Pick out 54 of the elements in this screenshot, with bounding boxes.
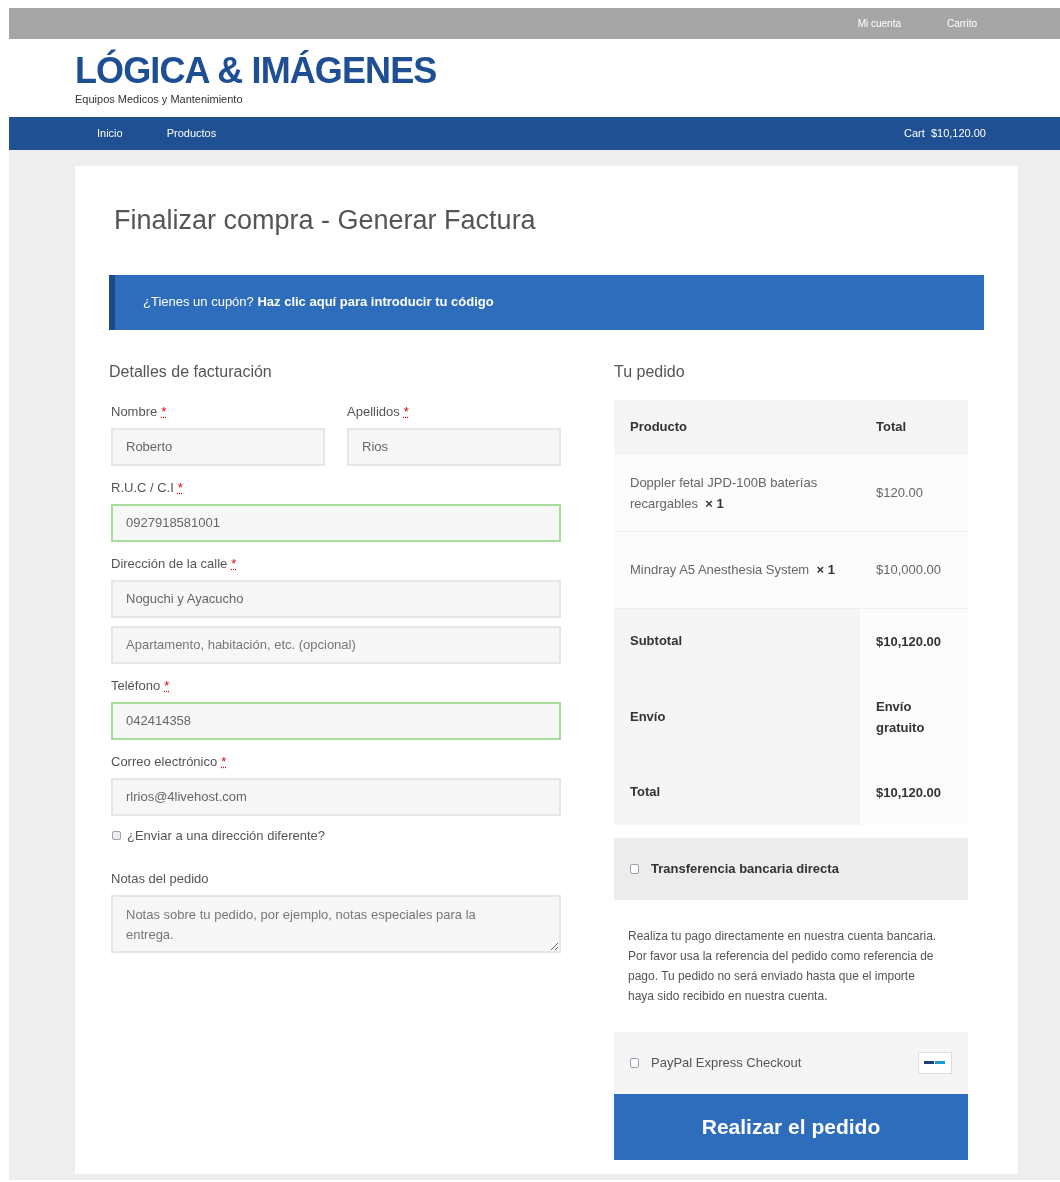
payment-logo-icon: [918, 1051, 952, 1074]
payment-label: PayPal Express Checkout: [651, 1053, 803, 1072]
product-name: Mindray A5 Anesthesia System × 1: [630, 561, 836, 579]
checkbox[interactable]: [112, 830, 121, 840]
input-field[interactable]: Noguchi y Ayacucho: [111, 579, 561, 618]
radio-button[interactable]: [630, 1057, 639, 1068]
input-field[interactable]: 042414358: [111, 701, 561, 740]
section-title: Detalles de facturación: [109, 361, 273, 382]
input-field[interactable]: rlrios@4livehost.com: [111, 777, 561, 816]
payment-option[interactable]: Transferencia bancaria directa: [614, 837, 968, 900]
site-logo[interactable]: LÓGICA & IMÁGENES: [75, 51, 1060, 91]
field-label: Notas del pedido: [111, 870, 210, 888]
required-mark: *: [403, 403, 409, 421]
coupon-banner[interactable]: ¿Tienes un cupón? Haz clic aquí para introducir tu código: [109, 274, 984, 330]
payment-label: Transferencia bancaria directa: [651, 859, 840, 878]
coupon-notice: ¿Tienes un cupón? Haz clic aquí para introducir tu código: [143, 293, 494, 312]
product-name: Doppler fetal JPD-100B baterías recargables × 1: [630, 473, 819, 513]
section-title: Tu pedido: [614, 361, 686, 382]
input-field[interactable]: Rios: [347, 427, 561, 466]
page-title: Finalizar compra - Generar Factura: [114, 204, 537, 237]
totals-value: Envío gratuito: [876, 697, 926, 737]
field-label: Apellidos: [347, 403, 400, 421]
payment-option[interactable]: PayPal Express Checkout: [614, 1031, 968, 1094]
place-order-button[interactable]: Realizar el pedido: [614, 1093, 968, 1160]
required-mark: *: [177, 479, 183, 497]
nav-link[interactable]: Productos: [166, 125, 217, 142]
field-label: Teléfono: [111, 677, 161, 695]
input-field[interactable]: Apartamento, habitación, etc. (opcional): [111, 625, 561, 664]
cart-link[interactable]: Cart $10,120.00: [904, 125, 986, 142]
required-mark: *: [231, 555, 237, 573]
totals-label: Envío: [630, 707, 666, 726]
totals-label: Total: [630, 783, 661, 802]
notes-field[interactable]: Notas sobre tu pedido, por ejemplo, notas especiales para la entrega.: [111, 894, 561, 953]
line-total: $10,000.00: [876, 560, 942, 579]
site-tagline: Equipos Medicos y Mantenimiento: [75, 92, 244, 107]
totals-value: $10,120.00: [876, 632, 943, 651]
nav-link[interactable]: Inicio: [97, 125, 123, 142]
column-header: Producto: [630, 418, 689, 437]
required-mark: *: [161, 403, 167, 421]
field-label: Dirección de la calle: [111, 555, 228, 573]
input-field[interactable]: 0927918581001: [111, 503, 561, 542]
totals-label: Subtotal: [630, 632, 682, 651]
totals-value: $10,120.00: [876, 783, 943, 802]
required-mark: *: [221, 753, 227, 771]
checkbox-label: ¿Enviar a una dirección diferente?: [127, 826, 325, 845]
field-label: Nombre: [111, 403, 158, 421]
required-mark: *: [164, 677, 170, 695]
payment-description: Realiza tu pago directamente en nuestra cuenta bancaria. Por favor usa la referencia del pedido como referencia de pago. Tu pedido no será enviado hasta que el importe haya sido recibido en nuestra cuenta.: [627, 927, 938, 1005]
column-header: Total: [876, 418, 907, 437]
input-field[interactable]: Roberto: [111, 427, 325, 466]
radio-button[interactable]: [630, 863, 639, 874]
field-label: R.U.C / C.I: [111, 479, 174, 497]
field-label: Correo electrónico: [111, 753, 218, 771]
line-total: $120.00: [876, 483, 923, 502]
